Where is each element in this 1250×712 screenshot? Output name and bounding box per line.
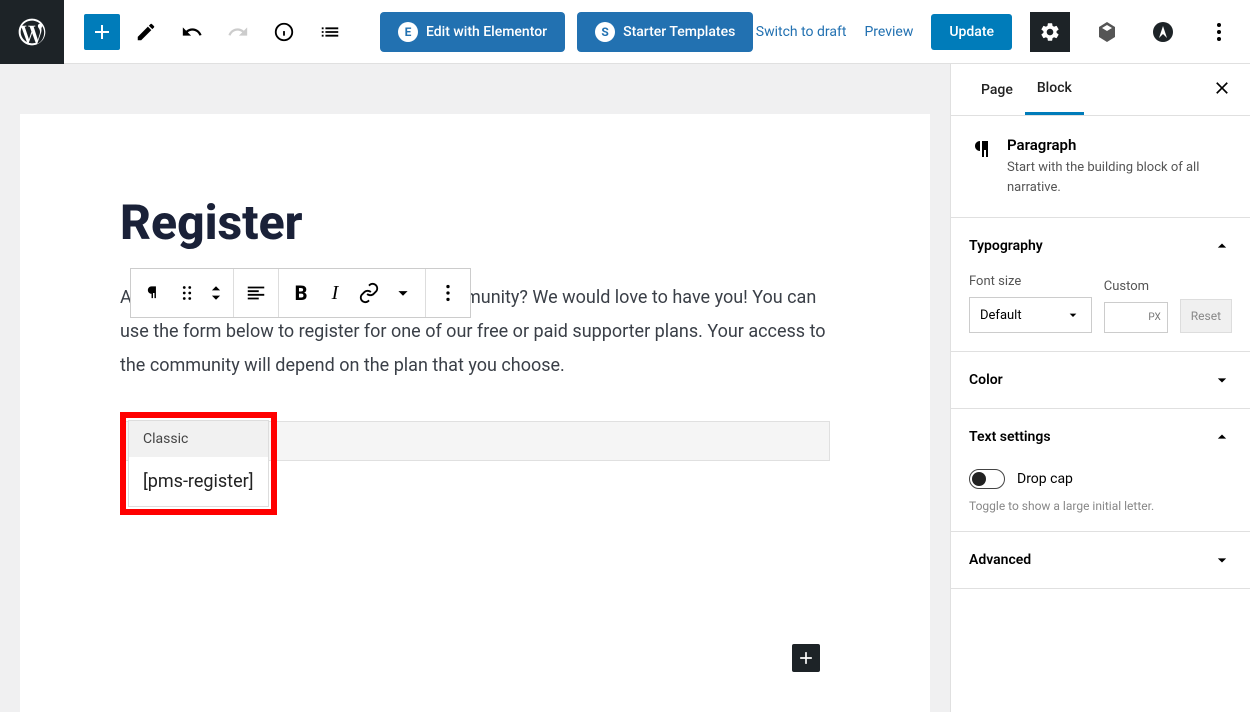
color-header[interactable]: Color [951, 352, 1250, 408]
info-icon [273, 21, 295, 43]
add-block-button[interactable] [84, 14, 120, 50]
chevron-down-icon [1212, 370, 1232, 390]
settings-button[interactable] [1030, 12, 1070, 52]
chevron-up-icon [1212, 236, 1232, 256]
elementor-label: Edit with Elementor [426, 24, 547, 40]
typography-header[interactable]: Typography [951, 218, 1250, 274]
close-sidebar-button[interactable] [1212, 78, 1232, 102]
editor-canvas-area: B I Register Are you interested in joini… [0, 64, 950, 712]
kebab-icon [437, 282, 459, 304]
block-movers[interactable] [209, 283, 223, 303]
pilcrow-icon [142, 282, 164, 304]
starter-templates-button[interactable]: S Starter Templates [577, 12, 753, 52]
tab-block[interactable]: Block [1025, 64, 1084, 115]
font-size-label: Font size [969, 274, 1092, 289]
classic-block-content[interactable]: [pms-register] [129, 457, 268, 506]
color-panel: Color [951, 352, 1250, 409]
font-size-select[interactable]: Default [969, 297, 1092, 333]
drop-cap-help: Toggle to show a large initial letter. [969, 499, 1232, 513]
astra-icon [1151, 20, 1175, 44]
starter-icon: S [595, 22, 615, 42]
italic-button[interactable]: I [323, 281, 347, 305]
sidebar-tabs: Page Block [951, 64, 1250, 116]
elementor-button[interactable]: E Edit with Elementor [380, 12, 565, 52]
details-button[interactable] [264, 12, 304, 52]
classic-block[interactable]: Classic [pms-register] [128, 420, 269, 507]
align-left-icon [245, 282, 267, 304]
shape-icon [1095, 20, 1119, 44]
drop-cap-label: Drop cap [1017, 471, 1073, 487]
paragraph-block-icon [969, 136, 993, 162]
block-more-button[interactable] [436, 281, 460, 305]
list-view-icon [319, 21, 341, 43]
move-down-icon [209, 293, 223, 303]
kebab-icon [1207, 20, 1231, 44]
redo-icon [227, 21, 249, 43]
top-toolbar: E Edit with Elementor S Starter Template… [0, 0, 1250, 64]
edit-mode-button[interactable] [126, 12, 166, 52]
update-button[interactable]: Update [931, 14, 1012, 50]
wordpress-icon [16, 16, 48, 48]
highlighted-classic-block: Classic [pms-register] [120, 412, 277, 515]
chevron-down-icon [1212, 550, 1232, 570]
gear-icon [1039, 21, 1061, 43]
more-format-button[interactable] [391, 281, 415, 305]
undo-icon [181, 21, 203, 43]
main-layout: B I Register Are you interested in joini… [0, 64, 1250, 712]
advanced-header[interactable]: Advanced [951, 532, 1250, 588]
text-settings-panel: Text settings Drop cap Toggle to show a … [951, 409, 1250, 532]
undo-button[interactable] [172, 12, 212, 52]
block-type-button[interactable] [141, 281, 165, 305]
add-block-inline-button[interactable] [792, 644, 820, 672]
pilcrow-icon [969, 137, 993, 161]
move-up-icon [209, 283, 223, 293]
block-description: Start with the building block of all nar… [1007, 158, 1232, 197]
classic-block-header: Classic [129, 421, 268, 457]
toolbar-right-group: Switch to draft Preview Update [756, 12, 1250, 52]
preview-link[interactable]: Preview [864, 24, 913, 40]
bold-button[interactable]: B [289, 281, 313, 305]
link-icon [358, 282, 380, 304]
custom-size-input[interactable] [1104, 302, 1168, 333]
custom-label: Custom [1104, 279, 1168, 294]
wordpress-logo-button[interactable] [0, 0, 64, 64]
toolbar-center-group: E Edit with Elementor S Starter Template… [380, 12, 753, 52]
text-settings-header[interactable]: Text settings [951, 409, 1250, 465]
outline-button[interactable] [310, 12, 350, 52]
advanced-panel: Advanced [951, 532, 1250, 589]
page-canvas: Register Are you interested in joining o… [20, 114, 930, 712]
plugin-icon-2[interactable] [1144, 13, 1182, 51]
reset-button[interactable]: Reset [1180, 299, 1232, 333]
tab-page[interactable]: Page [969, 66, 1025, 114]
drag-handle[interactable] [175, 281, 199, 305]
chevron-up-icon [1212, 427, 1232, 447]
typography-panel: Typography Font size Default Custom [951, 218, 1250, 352]
pencil-icon [135, 21, 157, 43]
chevron-down-icon [1065, 307, 1081, 323]
drop-cap-toggle[interactable] [969, 469, 1005, 489]
block-title: Paragraph [1007, 136, 1232, 154]
chevron-down-icon [392, 282, 414, 304]
page-title[interactable]: Register [120, 194, 830, 251]
starter-label: Starter Templates [623, 24, 735, 40]
link-button[interactable] [357, 281, 381, 305]
switch-draft-link[interactable]: Switch to draft [756, 24, 847, 40]
plus-icon [796, 648, 816, 668]
block-info-panel: Paragraph Start with the building block … [951, 116, 1250, 218]
block-toolbar: B I [130, 268, 471, 318]
align-button[interactable] [244, 281, 268, 305]
plus-icon [90, 20, 114, 44]
settings-sidebar: Page Block Paragraph Start with the buil… [950, 64, 1250, 712]
more-options-button[interactable] [1200, 13, 1238, 51]
toolbar-left-group [84, 12, 350, 52]
elementor-icon: E [398, 22, 418, 42]
plugin-icon-1[interactable] [1088, 13, 1126, 51]
redo-button[interactable] [218, 12, 258, 52]
drag-icon [176, 282, 198, 304]
close-icon [1212, 78, 1232, 98]
